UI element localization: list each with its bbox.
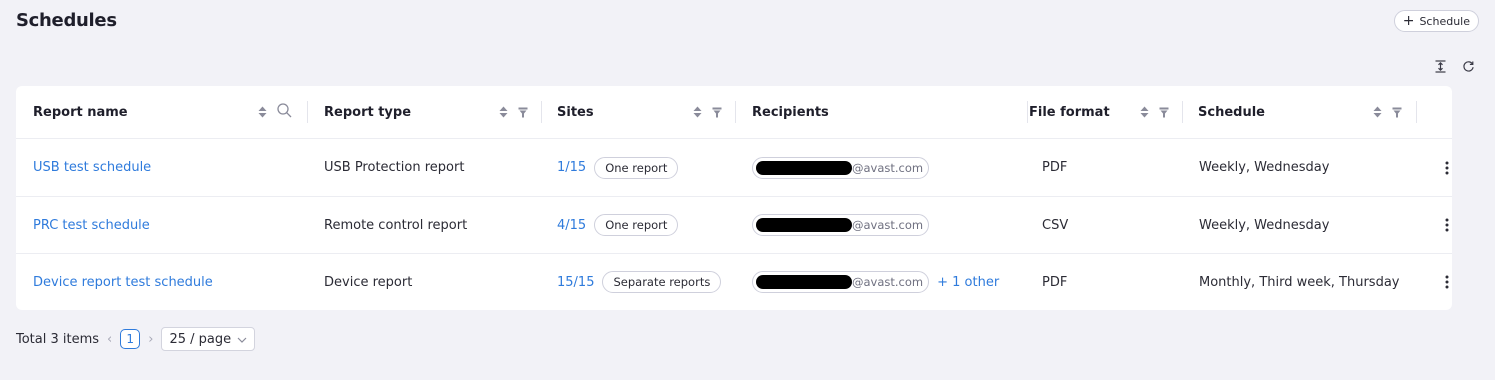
page-size-select[interactable]: 25 / page bbox=[161, 327, 256, 351]
schedule-cell: Weekly, Wednesday bbox=[1199, 160, 1330, 175]
sites-count-link[interactable]: 1/15 bbox=[557, 160, 586, 175]
row-height-icon[interactable] bbox=[1433, 59, 1447, 73]
table-row[interactable]: PRC test schedule Remote control report … bbox=[16, 197, 1452, 254]
plus-icon: + bbox=[1402, 12, 1415, 29]
filter-icon[interactable] bbox=[712, 103, 722, 122]
recipients-cell: @avast.com bbox=[752, 197, 930, 253]
sites-controls bbox=[693, 86, 722, 138]
recipient-chip: @avast.com bbox=[752, 156, 930, 179]
file-format-controls bbox=[1140, 86, 1169, 138]
report-name-link[interactable]: USB test schedule bbox=[33, 139, 151, 196]
schedule-cell: Monthly, Third week, Thursday bbox=[1199, 274, 1400, 290]
redacted-block bbox=[756, 218, 852, 232]
col-header-sites[interactable]: Sites bbox=[557, 86, 594, 138]
recipients-cell: @avast.com + 1 other bbox=[752, 254, 999, 310]
more-actions-icon[interactable] bbox=[1442, 139, 1452, 196]
sites-count-link[interactable]: 4/15 bbox=[557, 218, 586, 233]
add-schedule-button[interactable]: + Schedule bbox=[1393, 10, 1479, 32]
current-page-button[interactable]: 1 bbox=[120, 329, 141, 349]
page-title: Schedules bbox=[16, 10, 117, 31]
recipient-domain: @avast.com bbox=[852, 218, 924, 232]
more-recipients-link[interactable]: + 1 other bbox=[937, 275, 999, 290]
search-icon[interactable] bbox=[277, 102, 292, 122]
sites-cell: 15/15 Separate reports bbox=[557, 254, 722, 310]
report-name-link[interactable]: PRC test schedule bbox=[33, 197, 150, 253]
sort-icon[interactable] bbox=[499, 103, 508, 122]
column-divider bbox=[1027, 101, 1028, 123]
sort-icon[interactable] bbox=[1373, 103, 1382, 122]
redacted-block bbox=[756, 160, 852, 175]
column-divider bbox=[1182, 101, 1183, 123]
schedule-controls bbox=[1373, 86, 1402, 138]
col-header-recipients: Recipients bbox=[752, 104, 829, 120]
sites-badge: One report bbox=[594, 156, 679, 179]
table-row[interactable]: USB test schedule USB Protection report … bbox=[16, 139, 1452, 197]
table-header: Report name Report type Sites Recipients… bbox=[16, 86, 1452, 139]
column-divider bbox=[541, 101, 542, 123]
sites-cell: 1/15 One report bbox=[557, 139, 679, 196]
sites-count-link[interactable]: 15/15 bbox=[557, 275, 594, 290]
file-format-cell: CSV bbox=[1042, 217, 1069, 233]
add-schedule-label: Schedule bbox=[1419, 14, 1470, 28]
recipient-domain: @avast.com bbox=[852, 275, 924, 289]
column-divider bbox=[1416, 101, 1417, 123]
refresh-icon[interactable] bbox=[1461, 59, 1475, 73]
report-name-controls bbox=[258, 86, 292, 138]
table-toolbar bbox=[1433, 59, 1475, 73]
recipient-chip: @avast.com bbox=[752, 271, 930, 293]
table-row[interactable]: Device report test schedule Device repor… bbox=[16, 254, 1452, 310]
sites-badge: One report bbox=[594, 214, 679, 236]
chevron-down-icon bbox=[237, 332, 247, 347]
sort-icon[interactable] bbox=[258, 103, 267, 122]
sites-cell: 4/15 One report bbox=[557, 197, 679, 253]
recipient-chip: @avast.com bbox=[752, 214, 930, 236]
sort-icon[interactable] bbox=[1140, 103, 1149, 122]
recipients-cell: @avast.com bbox=[752, 139, 930, 196]
filter-icon[interactable] bbox=[518, 103, 528, 122]
column-divider bbox=[735, 101, 736, 123]
file-format-cell: PDF bbox=[1042, 160, 1068, 175]
report-type-controls bbox=[499, 86, 528, 138]
col-header-file-format[interactable]: File format bbox=[1029, 86, 1110, 138]
sort-icon[interactable] bbox=[693, 103, 702, 122]
page-size-value: 25 / page bbox=[169, 331, 232, 347]
report-name-link[interactable]: Device report test schedule bbox=[33, 254, 213, 310]
next-page-icon[interactable]: › bbox=[148, 332, 153, 347]
schedule-cell: Weekly, Wednesday bbox=[1199, 217, 1330, 233]
pagination: Total 3 items ‹ 1 › 25 / page bbox=[16, 327, 256, 351]
total-items: Total 3 items bbox=[16, 331, 100, 347]
col-header-report-type[interactable]: Report type bbox=[324, 86, 411, 138]
col-header-report-name[interactable]: Report name bbox=[33, 86, 128, 138]
filter-icon[interactable] bbox=[1159, 103, 1169, 122]
report-type-cell: Remote control report bbox=[324, 217, 468, 233]
more-actions-icon[interactable] bbox=[1442, 197, 1452, 253]
col-header-schedule[interactable]: Schedule bbox=[1198, 86, 1265, 138]
more-actions-icon[interactable] bbox=[1442, 254, 1452, 310]
sites-badge: Separate reports bbox=[602, 271, 722, 293]
report-type-cell: Device report bbox=[324, 274, 413, 290]
schedules-table: Report name Report type Sites Recipients… bbox=[16, 86, 1452, 310]
prev-page-icon[interactable]: ‹ bbox=[107, 332, 112, 347]
redacted-block bbox=[756, 275, 852, 289]
file-format-cell: PDF bbox=[1042, 274, 1068, 290]
filter-icon[interactable] bbox=[1392, 103, 1402, 122]
recipient-domain: @avast.com bbox=[852, 160, 924, 175]
column-divider bbox=[307, 101, 308, 123]
report-type-cell: USB Protection report bbox=[324, 160, 465, 175]
